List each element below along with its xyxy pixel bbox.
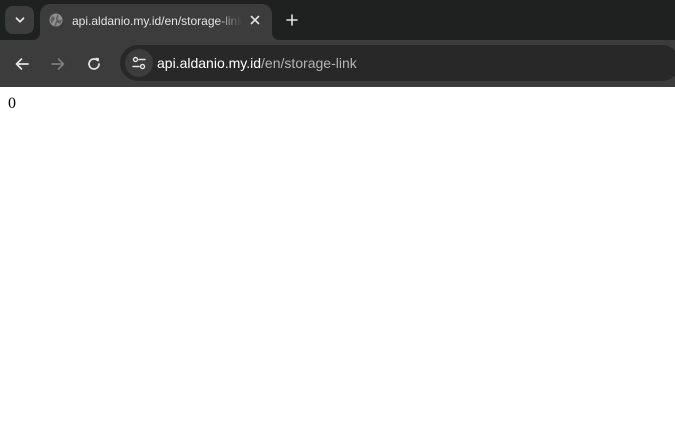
page-content: 0	[0, 87, 675, 430]
reload-icon	[88, 57, 100, 70]
arrow-left-icon	[15, 58, 29, 70]
back-button[interactable]	[10, 52, 34, 76]
forward-button[interactable]	[46, 52, 70, 76]
tab-search-button[interactable]	[5, 6, 34, 34]
close-icon	[250, 15, 260, 25]
reload-button[interactable]	[82, 52, 106, 76]
address-bar[interactable]: api.aldanio.my.id/en/storage-link	[120, 45, 675, 81]
page-body-text: 0	[8, 95, 16, 112]
chevron-down-icon	[15, 17, 24, 23]
toolbar: api.aldanio.my.id/en/storage-link	[0, 40, 675, 87]
arrow-right-icon	[51, 58, 65, 70]
tab-close-button[interactable]	[246, 11, 264, 29]
new-tab-button[interactable]	[281, 9, 303, 31]
tab-title: api.aldanio.my.id/en/storage-link	[72, 14, 242, 28]
tab-strip: api.aldanio.my.id/en/storage-link	[0, 0, 675, 40]
url-path: /en/storage-link	[261, 55, 357, 71]
url-text[interactable]: api.aldanio.my.id/en/storage-link	[157, 55, 357, 72]
url-host: api.aldanio.my.id	[157, 55, 262, 71]
tune-icon	[132, 56, 146, 70]
browser-window: api.aldanio.my.id/en/storage-link api.al…	[0, 0, 675, 430]
site-info-button[interactable]	[125, 49, 153, 77]
plus-icon	[286, 14, 298, 26]
tab-active[interactable]: api.aldanio.my.id/en/storage-link	[32, 4, 280, 40]
globe-icon	[49, 13, 63, 27]
